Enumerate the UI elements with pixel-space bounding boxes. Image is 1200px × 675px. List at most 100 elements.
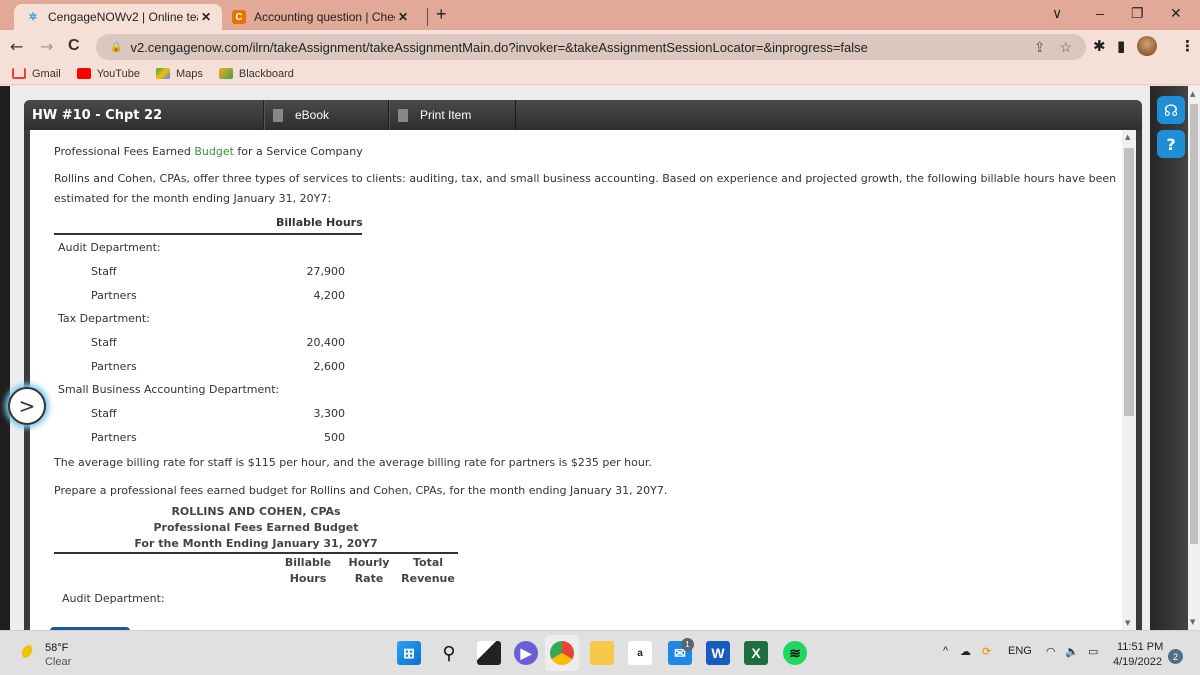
menu-icon[interactable]: ⋮: [1180, 37, 1195, 55]
billing-rate-text: The average billing rate for staff is $1…: [54, 456, 652, 469]
budget-title-rule: [54, 552, 458, 554]
close-window-button[interactable]: ✕: [1170, 5, 1182, 22]
dept-tax: Tax Department:: [58, 312, 150, 325]
cengage-icon: ✲: [28, 11, 38, 23]
notification-badge[interactable]: 2: [1168, 649, 1183, 664]
scroll-thumb[interactable]: [1190, 104, 1198, 544]
col-total-revenue: Total Revenue: [398, 556, 458, 585]
lock-icon: 🔒: [110, 41, 123, 53]
clock-date[interactable]: 4/19/2022: [1113, 656, 1162, 668]
question-heading: Professional Fees Earned Budget for a Se…: [54, 145, 363, 158]
support-headset-icon[interactable]: ☊: [1157, 96, 1185, 124]
content-scrollbar[interactable]: ▲ ▼: [1122, 130, 1136, 630]
restore-button[interactable]: ❐: [1131, 5, 1144, 22]
clock-time[interactable]: 11:51 PM: [1117, 641, 1163, 653]
task-view-icon[interactable]: [477, 641, 501, 665]
bookmark-maps[interactable]: Maps: [155, 67, 203, 80]
wifi-icon[interactable]: ◠: [1046, 645, 1056, 658]
row-hours: 2,600: [313, 360, 346, 373]
budget-audit-dept: Audit Department:: [62, 592, 165, 605]
volume-icon[interactable]: 🔈: [1065, 645, 1079, 658]
budget-link[interactable]: Budget: [194, 145, 234, 158]
bookmark-label: Maps: [175, 67, 203, 80]
start-icon[interactable]: ⊞: [397, 641, 421, 665]
col-header-line: Rate: [354, 572, 384, 585]
browser-tab-strip: ✲ CengageNOWv2 | Online teachin ✕ C Acco…: [0, 0, 1200, 30]
bookmark-label: YouTube: [96, 67, 140, 80]
moon-icon: [22, 645, 38, 661]
excel-icon[interactable]: X: [744, 641, 768, 665]
share-icon[interactable]: ⇪: [1034, 39, 1046, 56]
minimize-button[interactable]: –: [1096, 5, 1104, 21]
word-icon[interactable]: W: [706, 641, 730, 665]
page-scrollbar[interactable]: ▲ ▼: [1188, 86, 1200, 630]
extensions-icon[interactable]: ✱: [1093, 37, 1106, 55]
dept-audit: Audit Department:: [58, 241, 161, 254]
tab-title: Accounting question | Chegg.con: [254, 10, 395, 24]
tab-chegg[interactable]: C Accounting question | Chegg.con ✕: [224, 4, 419, 30]
assignment-header: HW #10 - Chpt 22 eBook Print Item: [24, 100, 1142, 130]
row-label: Staff: [91, 265, 117, 278]
weather-condition[interactable]: Clear: [45, 656, 71, 668]
print-item-button[interactable]: Print Item: [389, 100, 516, 130]
budget-title: Professional Fees Earned Budget: [153, 521, 359, 534]
ebook-label: eBook: [295, 108, 330, 122]
bookmark-star-icon[interactable]: ☆: [1059, 39, 1072, 56]
bookmark-gmail[interactable]: Gmail: [12, 68, 61, 80]
reload-button[interactable]: C: [68, 37, 80, 55]
close-tab-icon[interactable]: ✕: [198, 10, 214, 24]
weather-temp[interactable]: 58°F: [45, 642, 68, 654]
scroll-up-icon[interactable]: ▲: [1125, 133, 1130, 141]
row-label: Staff: [91, 407, 117, 420]
row-hours: 3,300: [313, 407, 346, 420]
close-tab-icon[interactable]: ✕: [395, 10, 411, 24]
bookmark-blackboard[interactable]: Blackboard: [218, 68, 294, 80]
forward-button[interactable]: →: [40, 37, 53, 56]
side-panel-icon[interactable]: ▮: [1117, 37, 1125, 55]
col-header-line: Billable: [284, 556, 332, 569]
ebook-button[interactable]: eBook: [264, 100, 389, 130]
heading-text: Professional Fees Earned: [54, 145, 195, 158]
document-icon: [398, 108, 408, 122]
profile-avatar[interactable]: [1137, 36, 1157, 56]
tab-search-icon[interactable]: ∨: [1052, 5, 1062, 22]
battery-icon[interactable]: ▭: [1088, 645, 1098, 658]
url-text: v2.cengagenow.com/ilrn/takeAssignment/ta…: [130, 39, 868, 55]
left-gutter: [10, 86, 24, 630]
chat-icon[interactable]: ▶: [514, 641, 538, 665]
screen: ✲ CengageNOWv2 | Online teachin ✕ C Acco…: [0, 0, 1200, 675]
heading-text: for a Service Company: [233, 145, 363, 158]
onedrive-icon[interactable]: ☁: [960, 645, 971, 658]
scroll-down-icon[interactable]: ▼: [1125, 619, 1130, 627]
tab-title: CengageNOWv2 | Online teachin: [48, 10, 198, 24]
dept-small-business: Small Business Accounting Department:: [58, 383, 280, 396]
tab-separator: [427, 8, 428, 26]
spotify-icon[interactable]: ≋: [783, 641, 807, 665]
scroll-thumb[interactable]: [1124, 148, 1134, 416]
scroll-down-icon[interactable]: ▼: [1190, 618, 1195, 626]
help-icon[interactable]: ?: [1157, 130, 1185, 158]
left-edge: [0, 86, 10, 630]
language-indicator[interactable]: ENG: [1008, 645, 1032, 657]
file-explorer-icon[interactable]: [590, 641, 614, 665]
chrome-icon[interactable]: [550, 641, 574, 665]
sync-icon[interactable]: ⟳: [982, 645, 991, 658]
tray-chevron-icon[interactable]: ^: [943, 645, 948, 657]
url-input[interactable]: 🔒 v2.cengagenow.com/ilrn/takeAssignment/…: [96, 34, 1086, 60]
back-button[interactable]: ←: [10, 37, 23, 56]
assignment-title: HW #10 - Chpt 22: [24, 100, 264, 130]
tab-cengage[interactable]: ✲ CengageNOWv2 | Online teachin ✕: [14, 4, 222, 30]
next-question-button[interactable]: >: [8, 387, 46, 425]
youtube-icon: [76, 68, 91, 79]
print-label: Print Item: [420, 108, 472, 122]
new-tab-button[interactable]: +: [436, 4, 447, 25]
billable-hours-header: Billable Hours: [276, 216, 363, 229]
row-hours: 27,900: [306, 265, 346, 278]
bookmark-youtube[interactable]: YouTube: [76, 67, 140, 80]
scroll-up-icon[interactable]: ▲: [1190, 90, 1195, 98]
amazon-icon[interactable]: a: [628, 641, 652, 665]
search-icon[interactable]: ⚲: [437, 641, 461, 665]
row-label: Partners: [91, 360, 137, 373]
address-bar-row: ← → C 🔒 v2.cengagenow.com/ilrn/takeAssig…: [0, 30, 1200, 63]
budget-period: For the Month Ending January 31, 20Y7: [134, 537, 378, 550]
